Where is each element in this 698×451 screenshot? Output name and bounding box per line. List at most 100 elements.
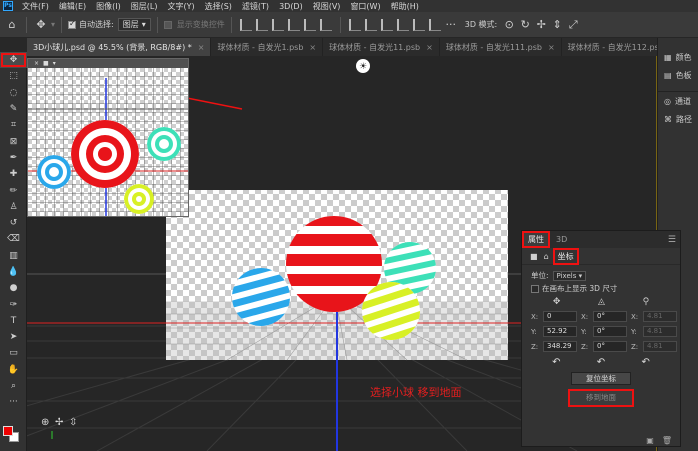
clone-stamp-tool[interactable]: ♙ [0, 199, 27, 215]
scale-x-input[interactable]: 4.81 [643, 311, 677, 322]
tab-material-111[interactable]: 球体材质 - 自发光111.psb × [439, 38, 562, 56]
close-icon[interactable]: × [548, 43, 555, 52]
orbit-3d-icon[interactable]: ⊙ [501, 17, 517, 33]
eyedropper-tool[interactable]: ✒ [0, 150, 27, 166]
distribute-right-icon[interactable] [428, 18, 441, 31]
shape-tool[interactable]: ▭ [0, 345, 27, 361]
menu-view[interactable]: 视图(V) [308, 1, 346, 12]
pan-widget-icon[interactable]: ✢ [55, 417, 63, 428]
move-to-ground-button[interactable]: 移到地面 [568, 389, 634, 407]
unit-dropdown[interactable]: Pixels ▾ [552, 270, 587, 281]
position-y-input[interactable]: 52.92 [543, 326, 577, 337]
rotation-x-input[interactable]: 0° [593, 311, 627, 322]
menu-select[interactable]: 选择(S) [200, 1, 237, 12]
menu-3d[interactable]: 3D(D) [274, 2, 308, 11]
frame-tool[interactable]: ⊠ [0, 133, 27, 149]
trash-icon[interactable]: 🗑 [662, 436, 672, 445]
show-3d-size-checkbox[interactable] [531, 284, 539, 293]
tab-material-1[interactable]: 球体材质 - 自发光1.psb × [211, 38, 324, 56]
align-hcenter-icon[interactable] [303, 18, 316, 31]
blur-tool[interactable]: 💧 [0, 264, 27, 280]
distribute-hcenter-icon[interactable] [412, 18, 425, 31]
eraser-tool[interactable]: ⌫ [0, 231, 27, 247]
dock-paths[interactable]: ⌘ 路径 [658, 110, 698, 128]
reset-position-icon[interactable]: ↶ [552, 357, 560, 368]
rotation-z-input[interactable]: 0° [593, 341, 627, 352]
tab-material-112[interactable]: 球体材质 - 自发光112.psb× [561, 38, 657, 56]
menu-layer[interactable]: 图层(L) [126, 1, 163, 12]
menu-image[interactable]: 图像(I) [91, 1, 126, 12]
dock-color[interactable]: ▦ 颜色 [658, 48, 698, 66]
foreground-color-swatch[interactable] [3, 426, 13, 436]
lasso-tool[interactable]: ◌ [0, 85, 27, 101]
menu-type[interactable]: 文字(Y) [162, 1, 199, 12]
reset-coords-button[interactable]: 复位坐标 [571, 372, 631, 385]
auto-select-checkbox[interactable] [68, 19, 77, 29]
brush-tool[interactable]: ✏ [0, 182, 27, 198]
tab-properties[interactable]: 属性 [522, 231, 550, 248]
position-x-input[interactable]: 0 [543, 311, 577, 322]
menu-window[interactable]: 窗口(W) [345, 1, 385, 12]
rotation-y-input[interactable]: 0° [593, 326, 627, 337]
dodge-tool[interactable]: ● [0, 280, 27, 296]
quick-select-tool[interactable]: ✎ [0, 101, 27, 117]
dock-channels[interactable]: ◎ 通道 [658, 92, 698, 110]
close-icon[interactable]: × [34, 60, 39, 67]
more-tools-icon[interactable]: ··· [0, 394, 27, 410]
menu-help[interactable]: 帮助(H) [386, 1, 424, 12]
distribute-top-icon[interactable] [348, 18, 361, 31]
align-vcenter-icon[interactable] [255, 18, 268, 31]
show-transform-checkbox[interactable] [163, 20, 172, 29]
tab-material-11[interactable]: 球体材质 - 自发光11.psb × [323, 38, 440, 56]
distribute-bottom-icon[interactable] [380, 18, 393, 31]
zoom-tool[interactable]: ⌕ [0, 378, 27, 394]
distribute-left-icon[interactable] [396, 18, 409, 31]
menu-edit[interactable]: 编辑(E) [54, 1, 91, 12]
more-options-icon[interactable]: ··· [443, 17, 459, 33]
crop-tool[interactable]: ⌗ [0, 117, 27, 133]
hand-tool[interactable]: ✋ [0, 362, 27, 378]
roll-3d-icon[interactable]: ↻ [517, 17, 533, 33]
healing-brush-tool[interactable]: ✚ [0, 166, 27, 182]
reset-rotation-icon[interactable]: ↶ [597, 357, 605, 368]
tab-3d[interactable]: 3D [550, 231, 573, 248]
close-icon[interactable]: × [198, 43, 205, 52]
position-z-input[interactable]: 348.29 [543, 341, 577, 352]
tab-3d-balls[interactable]: 3D小球儿.psd @ 45.5% (背景, RGB/8#) * × [27, 38, 212, 56]
camera-icon[interactable]: ■ [43, 60, 49, 67]
home-mesh-icon[interactable]: ⌂ [544, 252, 549, 261]
gradient-tool[interactable]: ▥ [0, 248, 27, 264]
scale-y-input[interactable]: 4.81 [643, 326, 677, 337]
orbit-widget-icon[interactable]: ⊕ [41, 417, 49, 428]
drag-3d-icon[interactable]: ✢ [533, 17, 549, 33]
menu-filter[interactable]: 滤镜(T) [237, 1, 274, 12]
align-top-icon[interactable] [239, 18, 252, 31]
align-left-icon[interactable] [287, 18, 300, 31]
type-tool[interactable]: T [0, 313, 27, 329]
align-bottom-icon[interactable] [271, 18, 284, 31]
close-icon[interactable]: × [426, 43, 433, 52]
menu-file[interactable]: 文件(F) [17, 1, 54, 12]
home-icon[interactable]: ⌂ [4, 17, 20, 33]
reset-scale-icon[interactable]: ↶ [641, 357, 649, 368]
panel-menu-icon[interactable]: ☰ [668, 231, 680, 248]
path-select-tool[interactable]: ➤ [0, 329, 27, 345]
pen-tool[interactable]: ✑ [0, 296, 27, 312]
move-tool-preset-icon[interactable]: ✥ [33, 17, 49, 33]
align-right-icon[interactable] [319, 18, 332, 31]
distribute-vcenter-icon[interactable] [364, 18, 377, 31]
marquee-tool[interactable]: ⬚ [0, 68, 27, 84]
dolly-widget-icon[interactable]: ⇳ [69, 417, 77, 428]
coordinates-tab[interactable]: 坐标 [552, 247, 579, 265]
new-layer-icon[interactable]: ▣ [646, 436, 654, 445]
camera-icon[interactable]: ■ [530, 252, 538, 261]
auto-select-dropdown[interactable]: 图层 ▾ [117, 18, 151, 31]
scale-3d-icon[interactable]: ⤢ [565, 17, 581, 33]
chevron-down-icon[interactable]: ▾ [51, 20, 55, 29]
chevron-down-icon[interactable]: ▾ [53, 60, 56, 67]
move-tool[interactable]: ✥ [0, 52, 27, 69]
dock-swatches[interactable]: ▤ 色板 [658, 66, 698, 84]
slide-3d-icon[interactable]: ⇕ [549, 17, 565, 33]
history-brush-tool[interactable]: ↺ [0, 215, 27, 231]
secondary-view-panel[interactable]: × ■ ▾ [27, 58, 189, 217]
